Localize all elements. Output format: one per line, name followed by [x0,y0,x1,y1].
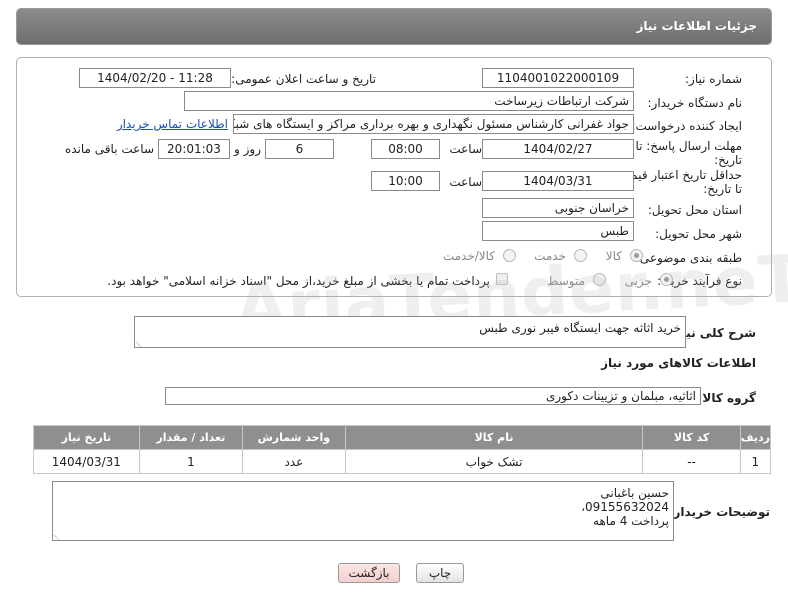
buyer-contact-link[interactable]: اطلاعات تماس خریدار [117,117,228,131]
goods-group-label: گروه کالا: [697,391,756,405]
remaining-label: ساعت باقی مانده [64,142,154,156]
buyer-notes-textarea[interactable]: حسین باغبانی 09155632024، پرداخت 4 ماهه [52,481,674,541]
cell-unit: عدد [242,449,346,474]
cell-item-name: تشک خواب [344,449,644,474]
goods-table-header: تاریخ نیاز تعداد / مقدار واحد شمارش نام … [33,425,772,450]
announce-label: تاریخ و ساعت اعلان عمومی: [231,72,376,86]
city-field[interactable]: طبس [482,221,634,241]
category-radio-service[interactable] [574,249,587,262]
treasury-payment-note: پرداخت تمام یا بخشی از مبلغ خرید،از محل … [107,274,490,288]
process-option-medium: متوسط [547,274,585,288]
price-validity-label: حداقل تاریخ اعتبار قیمت: [615,168,742,182]
category-option-service: خدمت [534,249,566,263]
process-option-minor: جزیی [624,274,652,288]
days-label: روز و [234,142,261,156]
buyer-notes-label: توضیحات خریدار: [668,505,770,519]
page-title: جزئیات اطلاعات نیاز [636,19,757,33]
province-field[interactable]: خراسان جنوبی [482,198,634,218]
category-option-goods-service: کالا/خدمت [442,249,495,263]
col-item-name: نام کالا [344,425,644,450]
creator-label: ایجاد کننده درخواست: [631,119,742,133]
validity-date-field[interactable]: 1404/03/31 [482,171,634,191]
reply-time-label: ساعت [449,142,482,156]
category-radio-goods-service[interactable] [503,249,516,262]
goods-group-field[interactable]: اثاثیه، مبلمان و تزیینات دکوری [165,387,701,405]
description-text: خرید اثاثه جهت ایستگاه فیبر نوری طبس [479,321,681,335]
back-button[interactable]: بازگشت [338,563,400,583]
city-label: شهر محل تحویل: [655,227,742,241]
process-radio-medium[interactable] [593,273,606,286]
need-number-field[interactable]: 1104001022000109 [482,68,634,88]
goods-table: تاریخ نیاز تعداد / مقدار واحد شمارش نام … [33,425,772,474]
need-number-label: شماره نیاز: [685,72,742,86]
cell-quantity: 1 [138,449,244,474]
resize-grip-icon[interactable] [135,336,147,348]
treasury-payment-checkbox[interactable] [496,273,508,285]
remaining-time-field[interactable]: 20:01:03 [158,139,230,159]
process-radio-minor[interactable] [660,273,673,286]
col-need-date: تاریخ نیاز [33,425,140,450]
buyer-org-label: نام دستگاه خریدار: [647,96,743,110]
col-row: ردیف [739,425,772,450]
buyer-org-field[interactable]: شرکت ارتباطات زیرساخت [184,91,634,111]
reply-time-field[interactable]: 08:00 [371,139,440,159]
col-quantity: تعداد / مقدار [138,425,244,450]
page-header: جزئیات اطلاعات نیاز [16,8,772,45]
table-row[interactable]: 1404/03/31 1 عدد تشک خواب -- 1 [33,449,772,474]
days-field[interactable]: 6 [265,139,334,159]
category-option-goods: کالا [605,249,622,263]
print-button[interactable]: چاپ [416,563,464,583]
category-label: طبقه بندی موضوعی: [635,251,742,265]
buyer-notes-line-1: حسین باغبانی [600,486,669,500]
resize-grip-icon[interactable] [53,529,65,541]
reply-date-field[interactable]: 1404/02/27 [482,139,634,159]
goods-section-title: اطلاعات کالاهای مورد نیاز [601,356,756,370]
reply-deadline-label-2: تاریخ: [714,153,742,167]
description-textarea[interactable]: خرید اثاثه جهت ایستگاه فیبر نوری طبس [134,316,686,348]
price-validity-label-2: تا تاریخ: [703,182,742,196]
buyer-notes-line-2: 09155632024، [581,500,669,514]
province-label: استان محل تحویل: [647,203,742,217]
cell-need-date: 1404/03/31 [33,449,140,474]
announce-field[interactable]: 1404/02/20 - 11:28 [79,68,231,88]
validity-time-label: ساعت [449,175,482,189]
cell-item-code: -- [642,449,741,474]
validity-time-field[interactable]: 10:00 [371,171,440,191]
category-radio-goods[interactable] [630,249,643,262]
creator-field[interactable]: جواد غفرانی کارشناس مسئول نگهداری و بهره… [233,114,634,134]
buyer-notes-line-3: پرداخت 4 ماهه [593,514,669,528]
cell-row: 1 [739,449,772,474]
col-unit: واحد شمارش [242,425,346,450]
reply-deadline-label: مهلت ارسال پاسخ: تا [635,139,742,153]
col-item-code: کد کالا [642,425,741,450]
